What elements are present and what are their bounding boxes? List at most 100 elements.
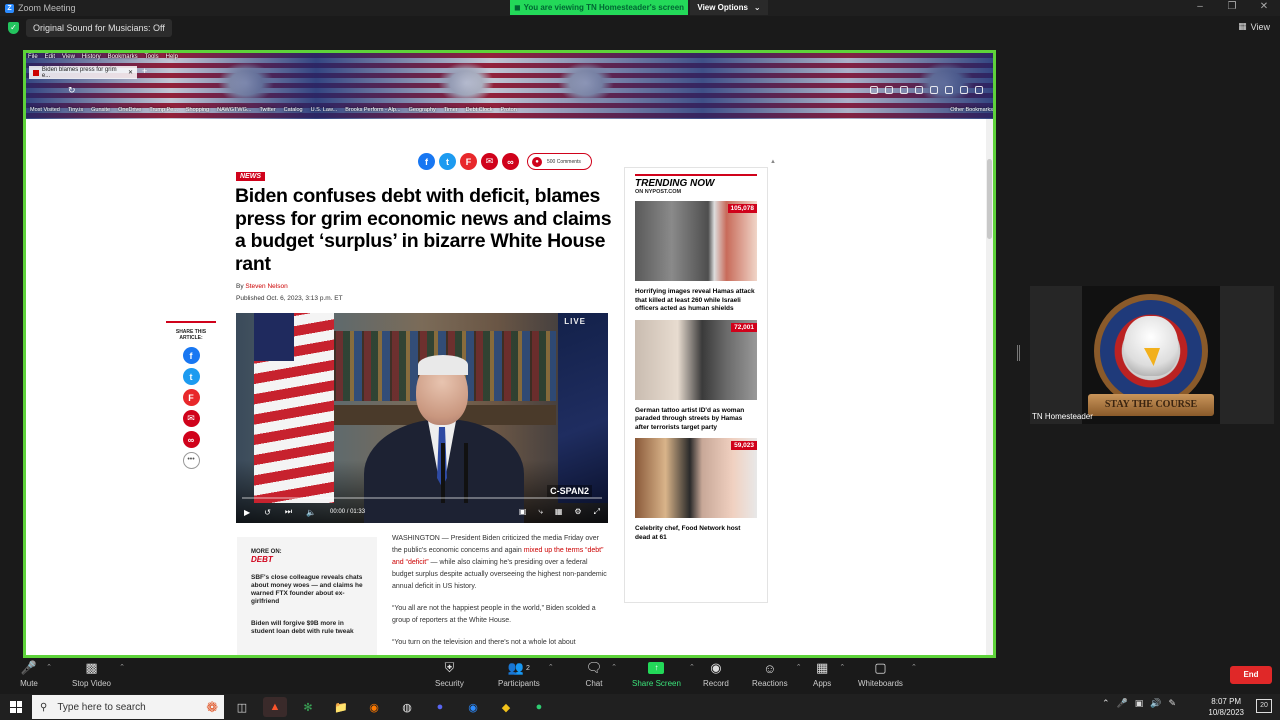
whiteboards-button[interactable]: ▢ Whiteboards ⌃	[858, 660, 917, 688]
extension-icon[interactable]	[960, 86, 968, 94]
taskbar-search[interactable]: ⚲ Type here to search ❁	[32, 695, 224, 719]
maximize-button[interactable]: ❐	[1216, 0, 1248, 16]
bookmark-item[interactable]: U.S. Law...	[311, 107, 338, 113]
more-options-icon[interactable]: •••	[182, 452, 200, 469]
chevron-up-icon[interactable]: ⌃	[689, 663, 695, 671]
menu-bookmarks[interactable]: Bookmarks	[108, 54, 138, 60]
volume-icon[interactable]: 🔈	[306, 508, 316, 517]
chevron-up-icon[interactable]: ⌃	[1102, 698, 1110, 709]
bookmark-item[interactable]: Catalog	[284, 107, 303, 113]
bookmark-item[interactable]: Debt Clock	[466, 107, 493, 113]
menu-edit[interactable]: Edit	[45, 54, 55, 60]
chevron-up-icon[interactable]: ⌃	[839, 663, 845, 671]
trending-caption[interactable]: German tattoo artist ID'd as woman parad…	[635, 407, 757, 433]
trending-image[interactable]: 105,078	[635, 201, 757, 281]
chevron-up-icon[interactable]: ⌃	[611, 663, 617, 671]
participant-tile[interactable]: STAY THE COURSE TN Homesteader	[1030, 286, 1274, 424]
next-icon[interactable]: ⏭	[285, 507, 292, 517]
minimize-button[interactable]: –	[1184, 0, 1216, 16]
task-view-icon[interactable]: ◫	[230, 697, 254, 717]
video-progress-bar[interactable]	[242, 497, 602, 499]
extension-icon[interactable]	[945, 86, 953, 94]
chevron-up-icon[interactable]: ⌃	[796, 663, 802, 671]
bookmark-item[interactable]: Proton	[501, 107, 517, 113]
extension-icon[interactable]	[885, 86, 893, 94]
app-icon[interactable]: ◍	[395, 697, 419, 717]
bookmark-item[interactable]: Trump Pe...	[149, 107, 178, 113]
video-player[interactable]: LIVE C-SPAN2 ▶ ↺ ⏭ 🔈 00:00 / 01:33 ▣ ⤷ ▦…	[236, 313, 608, 523]
app-icon[interactable]: ●	[527, 697, 551, 717]
new-tab-button[interactable]: +	[142, 66, 147, 76]
trending-image[interactable]: 59,023	[635, 438, 757, 518]
view-button[interactable]: ▦ View	[1238, 21, 1270, 32]
trending-item[interactable]: 72,001 German tattoo artist ID'd as woma…	[635, 319, 757, 433]
share-screen-button[interactable]: ↑ Share Screen ⌃	[632, 661, 695, 688]
end-meeting-button[interactable]: End	[1230, 666, 1272, 684]
reactions-button[interactable]: ☺ Reactions ⌃	[752, 661, 802, 689]
reload-icon[interactable]: ↻	[68, 85, 76, 96]
participants-button[interactable]: 👥 2 Participants ⌃	[498, 660, 554, 688]
section-badge[interactable]: NEWS	[236, 172, 265, 181]
menu-history[interactable]: History	[82, 54, 101, 60]
captions-icon[interactable]: ▣	[519, 507, 527, 517]
microphone-icon[interactable]: 🎤	[1117, 698, 1128, 709]
trending-item[interactable]: 105,078 Horrifying images reveal Hamas a…	[635, 201, 757, 314]
chevron-up-icon[interactable]: ⌃	[548, 663, 554, 671]
email-icon[interactable]: ✉	[182, 410, 200, 427]
bookmark-item[interactable]: Gunsite	[91, 107, 110, 113]
twitter-icon[interactable]: t	[182, 368, 200, 385]
facebook-icon[interactable]: f	[418, 153, 435, 170]
twitter-icon[interactable]: t	[439, 153, 456, 170]
app-icon[interactable]: ◆	[494, 697, 518, 717]
pen-icon[interactable]: ✎	[1168, 698, 1176, 709]
record-button[interactable]: ◉ Record	[703, 660, 729, 688]
panel-resize-handle[interactable]	[1017, 345, 1020, 361]
settings-gear-icon[interactable]: ⚙	[574, 507, 581, 517]
discord-icon[interactable]: ●	[428, 697, 452, 717]
link-icon[interactable]: ∞	[502, 153, 519, 170]
volume-icon[interactable]: 🔊	[1150, 698, 1161, 709]
bookmark-item[interactable]: Shopping	[186, 107, 209, 113]
scroll-up-icon[interactable]: ▲	[770, 159, 776, 165]
replay-icon[interactable]: ↺	[264, 508, 271, 517]
comments-button[interactable]: ● 500 Comments	[527, 153, 592, 170]
browser-tab[interactable]: Biden blames press for grim e... ✕	[29, 66, 137, 79]
share-icon[interactable]: ⤷	[538, 507, 542, 517]
trending-image[interactable]: 72,001	[635, 319, 757, 400]
bookmark-item[interactable]: NAWGTWG...	[217, 107, 251, 113]
network-icon[interactable]: ▣	[1135, 698, 1144, 709]
playlist-icon[interactable]: ▦	[555, 507, 563, 517]
original-sound-badge[interactable]: Original Sound for Musicians: Off	[26, 19, 172, 37]
facebook-icon[interactable]: f	[182, 347, 200, 364]
mute-button[interactable]: 🎤 Mute ⌃	[20, 660, 52, 688]
fullscreen-icon[interactable]: ⤢	[594, 507, 600, 517]
chevron-up-icon[interactable]: ⌃	[46, 663, 52, 671]
bookmark-item[interactable]: Other Bookmarks	[950, 107, 993, 113]
related-story-link[interactable]: SBF's close colleague reveals chats abou…	[251, 574, 363, 606]
shield-icon[interactable]: ✓	[8, 22, 19, 34]
download-icon[interactable]	[930, 86, 938, 94]
extension-icon[interactable]	[900, 86, 908, 94]
chevron-up-icon[interactable]: ⌃	[119, 663, 125, 671]
windows-start-icon[interactable]	[10, 701, 22, 713]
menu-tools[interactable]: Tools	[145, 54, 159, 60]
bookmark-item[interactable]: Tiny.is	[68, 107, 83, 113]
brave-browser-icon[interactable]: ▲	[263, 697, 287, 717]
page-scrollbar[interactable]	[986, 119, 993, 655]
bookmark-item[interactable]: Twitter	[259, 107, 275, 113]
play-icon[interactable]: ▶	[244, 508, 250, 517]
flipboard-icon[interactable]: F	[182, 389, 200, 406]
menu-view[interactable]: View	[62, 54, 75, 60]
stop-video-button[interactable]: ▩ Stop Video ⌃	[72, 660, 125, 688]
security-button[interactable]: ⛨ Security	[435, 660, 464, 688]
more-on-topic[interactable]: DEBT	[251, 555, 363, 564]
bookmark-item[interactable]: OneDrive	[118, 107, 141, 113]
flipboard-icon[interactable]: F	[460, 153, 477, 170]
menu-icon[interactable]	[975, 86, 983, 94]
bookmark-item[interactable]: Timer	[444, 107, 458, 113]
file-explorer-icon[interactable]: 📁	[329, 697, 353, 717]
extension-icon[interactable]	[870, 86, 878, 94]
blender-icon[interactable]: ◉	[362, 697, 386, 717]
bookmark-item[interactable]: Brooks Perform - Alp...	[345, 107, 400, 113]
menu-file[interactable]: File	[28, 54, 38, 60]
